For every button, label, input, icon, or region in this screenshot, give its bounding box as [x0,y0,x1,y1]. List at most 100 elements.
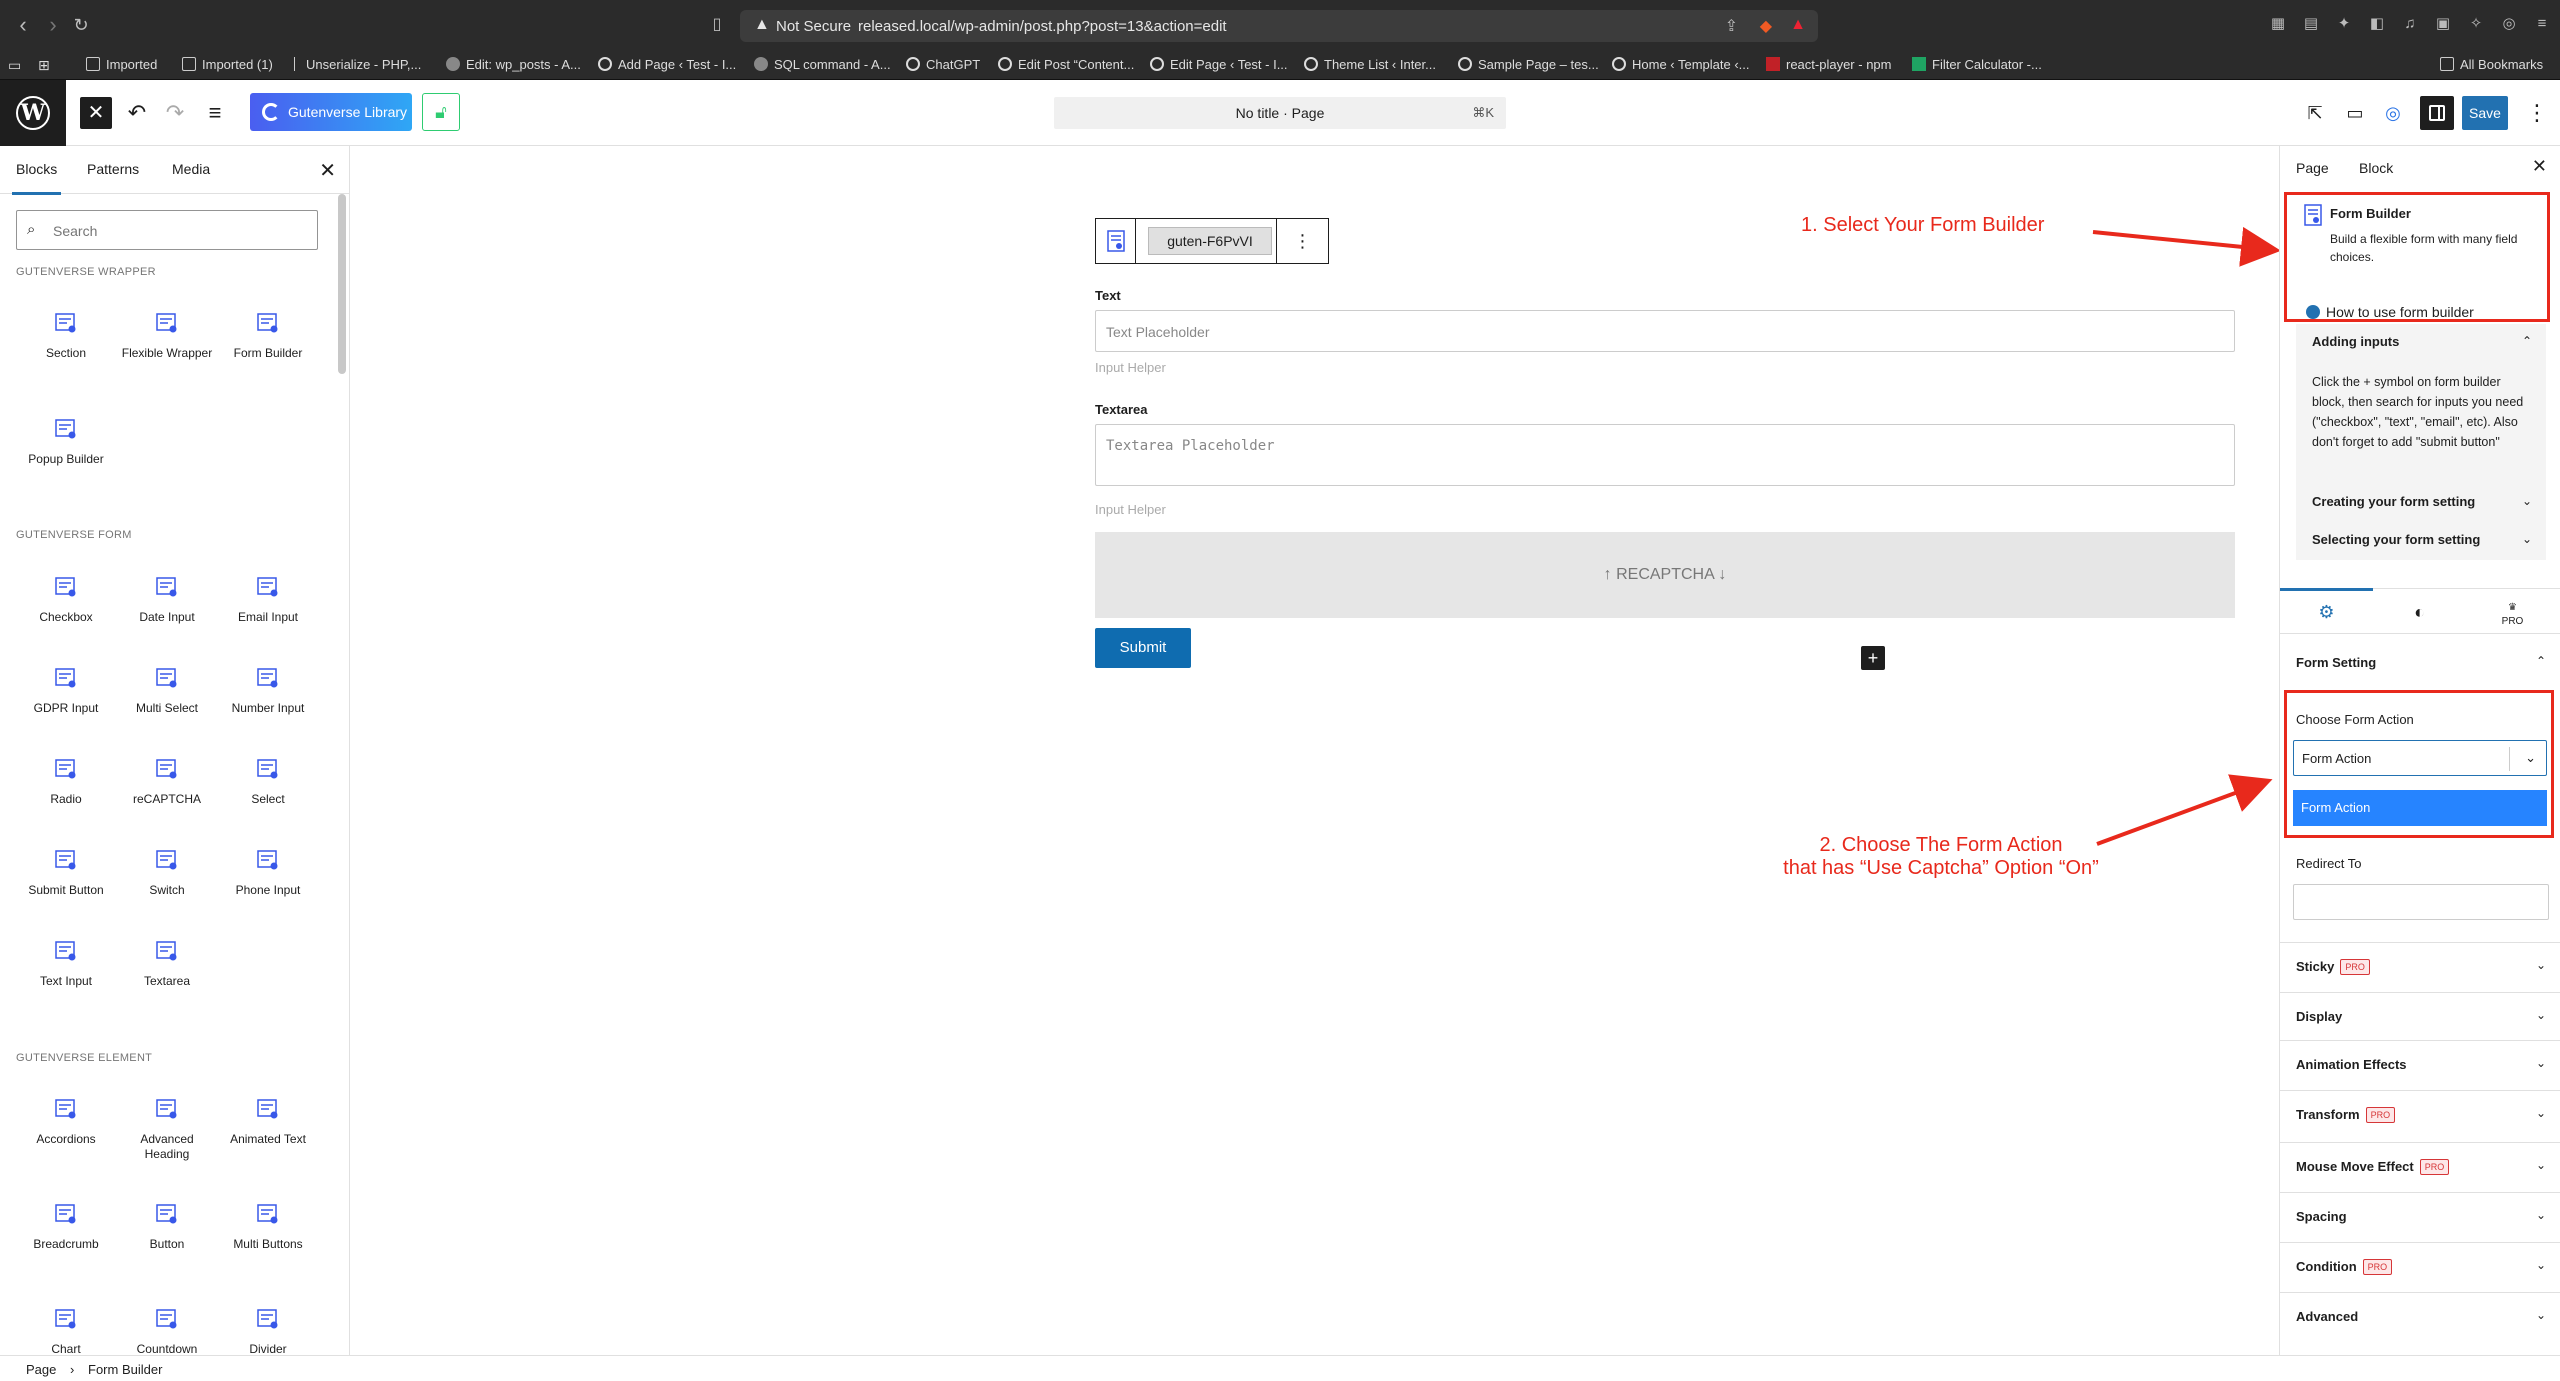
back-icon[interactable]: ‹ [12,14,34,36]
block-item[interactable]: Multi Buttons [218,1201,318,1252]
extension-icon[interactable]: ▦ [2268,14,2288,34]
settings-toggle-button[interactable] [2420,96,2454,130]
block-item[interactable]: Text Input [16,938,116,989]
bookmark-item[interactable]: Edit Page ‹ Test - I... [1150,57,1288,72]
all-bookmarks[interactable]: All Bookmarks [2440,57,2543,72]
save-button[interactable]: Save [2462,96,2508,130]
brave-rewards-icon[interactable]: ▲ [1790,16,1806,34]
section-header[interactable]: Transform PRO ⌄ [2296,1106,2546,1126]
chevron-up-icon[interactable]: ⌃ [2522,334,2532,348]
form-action-select[interactable]: Form Action ⌄ [2293,740,2547,776]
block-item[interactable]: Radio [16,756,116,807]
extension-icon[interactable]: ◧ [2367,14,2387,34]
tab-blocks[interactable]: Blocks [11,161,62,195]
options-icon[interactable]: ⋮ [2524,100,2550,126]
extension-icon[interactable]: ✦ [2334,14,2354,34]
close-inserter-button[interactable]: ✕ [80,97,112,129]
redo-icon[interactable]: ↷ [162,100,188,126]
apps-icon[interactable]: ⊞ [38,57,50,74]
bookmark-folder[interactable]: Imported [86,57,157,72]
breadcrumb-page[interactable]: Page [26,1362,56,1377]
chevron-down-icon[interactable]: ⌄ [2522,494,2532,508]
block-item[interactable]: Date Input [117,574,217,625]
block-item[interactable]: Checkbox [16,574,116,625]
accordion-creating-form-setting[interactable]: Creating your form setting [2312,494,2475,509]
close-icon[interactable]: ✕ [2532,156,2547,177]
redirect-to-input[interactable] [2293,884,2549,920]
bookmark-item[interactable]: Filter Calculator -... [1912,57,2042,72]
block-item[interactable]: Button [117,1201,217,1252]
block-item[interactable]: Countdown [117,1306,217,1355]
accordion-selecting-form-setting[interactable]: Selecting your form setting [2312,532,2480,547]
section-header[interactable]: Advanced ⌄ [2296,1308,2546,1328]
block-item[interactable]: Form Builder [218,310,318,361]
howto-link[interactable]: How to use form builder [2296,304,2546,322]
url-text[interactable]: released.local/wp-admin/post.php?post=13… [858,18,1227,35]
block-item[interactable]: Switch [117,847,217,898]
block-item[interactable]: Divider [218,1306,318,1355]
section-header[interactable]: Condition PRO ⌄ [2296,1258,2546,1278]
form-action-option[interactable]: Form Action [2293,790,2547,826]
extension-icon[interactable]: ◎ [2499,14,2519,34]
block-item[interactable]: Chart [16,1306,116,1355]
bookmark-page-icon[interactable]: ▯ [706,14,728,36]
bookmark-item[interactable]: SQL command - A... [754,57,891,72]
block-item[interactable]: GDPR Input [16,665,116,716]
extension-icon[interactable]: ✧ [2466,14,2486,34]
breadcrumb-form-builder[interactable]: Form Builder [88,1362,162,1377]
section-header[interactable]: Mouse Move Effect PRO ⌄ [2296,1158,2546,1178]
view-page-icon[interactable]: ⇱ [2302,100,2328,126]
block-item[interactable]: Breadcrumb [16,1201,116,1252]
close-icon[interactable]: ✕ [319,158,336,183]
section-header[interactable]: Spacing ⌄ [2296,1208,2546,1228]
block-item[interactable]: Accordions [16,1096,116,1147]
brave-shield-icon[interactable]: ◆ [1760,16,1772,36]
menu-icon[interactable]: ≡ [2532,14,2552,34]
lock-button[interactable]: 🔓︎ [422,93,460,131]
scrollbar[interactable] [338,194,346,374]
block-id-button[interactable]: guten-F6PvVI [1148,227,1272,255]
block-item[interactable]: Multi Select [117,665,217,716]
text-input[interactable]: Text Placeholder [1095,310,2235,352]
block-item[interactable]: Advanced Heading [117,1096,217,1162]
block-item[interactable]: Flexible Wrapper [117,310,217,361]
block-item[interactable]: Number Input [218,665,318,716]
gutenverse-library-button[interactable]: Gutenverse Library [250,93,412,131]
bookmark-item[interactable]: Theme List ‹ Inter... [1304,57,1436,72]
address-bar[interactable]: ▲ Not Secure released.local/wp-admin/pos… [740,10,1818,42]
forward-icon[interactable]: › [42,14,64,36]
block-item[interactable]: Email Input [218,574,318,625]
extension-icon[interactable]: ▤ [2301,14,2321,34]
form-builder-parent-button[interactable] [1096,219,1136,263]
document-overview-icon[interactable]: ≡ [202,100,228,126]
undo-icon[interactable]: ↶ [124,100,150,126]
bookmark-item[interactable]: Edit Post “Content... [998,57,1134,72]
block-item[interactable]: Popup Builder [16,416,116,467]
gutenverse-icon[interactable]: ◎ [2380,100,2406,126]
block-item[interactable]: reCAPTCHA [117,756,217,807]
tab-block[interactable]: Block [2359,160,2393,176]
tab-page[interactable]: Page [2296,160,2329,176]
block-item[interactable]: Submit Button [16,847,116,898]
bookmark-item[interactable]: Home ‹ Template ‹... [1612,57,1750,72]
tab-patterns[interactable]: Patterns [87,161,139,177]
command-palette-bar[interactable]: No title · Page ⌘K [1054,97,1506,129]
settings-icon[interactable]: ⚙ [2280,588,2373,635]
tab-media[interactable]: Media [172,161,210,177]
bookmark-item[interactable]: react-player - npm [1766,57,1891,72]
block-item[interactable]: Section [16,310,116,361]
block-item[interactable]: Textarea [117,938,217,989]
recaptcha-placeholder[interactable]: ↑ RECAPTCHA ↓ [1095,532,2235,618]
block-item[interactable]: Phone Input [218,847,318,898]
accordion-adding-inputs[interactable]: Adding inputs [2312,334,2399,349]
chevron-down-icon[interactable]: ⌄ [2522,532,2532,546]
add-block-icon[interactable]: + [1861,646,1885,670]
extension-icon[interactable]: ♫ [2400,14,2420,34]
style-icon[interactable]: ◐ [2373,589,2466,635]
bookmark-folder[interactable]: Imported (1) [182,57,273,72]
bookmark-item[interactable]: ChatGPT [906,57,980,72]
more-options-icon[interactable]: ⋮ [1276,219,1328,263]
preview-icon[interactable]: ▭ [2342,100,2368,126]
reload-icon[interactable]: ↻ [70,14,92,36]
section-header[interactable]: Sticky PRO ⌄ [2296,958,2546,978]
